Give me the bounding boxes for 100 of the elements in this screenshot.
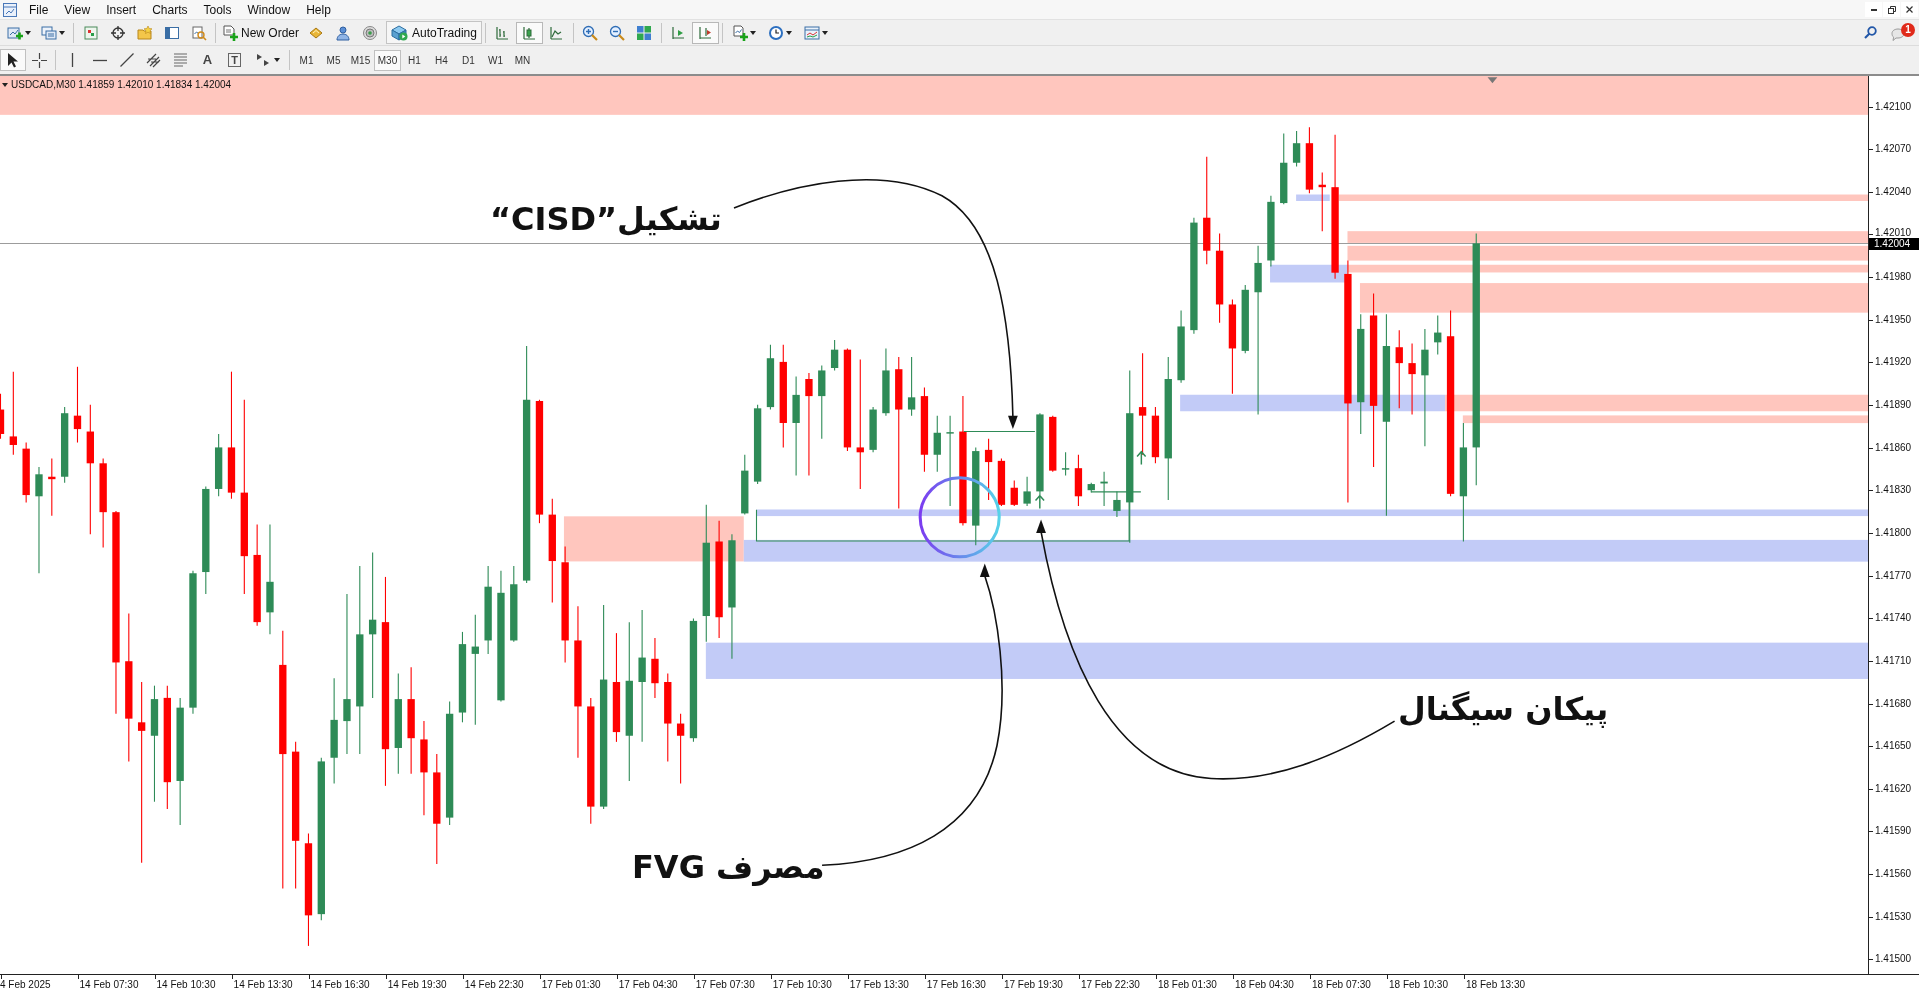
annotation-label: “CISD”تشکیل — [490, 200, 722, 238]
time-tick-label: 14 Feb 16:30 — [310, 979, 370, 990]
price-tick-label: 1.41530 — [1875, 911, 1912, 922]
price-tick-label: 1.42040 — [1875, 186, 1912, 197]
price-tick-label: 1.41590 — [1875, 826, 1912, 837]
menu-item[interactable]: View — [56, 0, 99, 19]
new-chart-icon[interactable] — [7, 24, 23, 41]
price-tick-label: 1.41500 — [1875, 954, 1912, 965]
close-button[interactable] — [1901, 2, 1918, 17]
caret-icon[interactable] — [25, 30, 31, 35]
folder-star-icon[interactable] — [136, 24, 153, 41]
price-tick-label: 1.41890 — [1875, 400, 1912, 410]
menu-item[interactable]: Window — [239, 0, 299, 19]
caret-icon[interactable] — [59, 30, 65, 35]
menu-item[interactable]: Help — [298, 0, 339, 19]
restore-icon — [1887, 5, 1896, 14]
period-tab[interactable]: M5 — [320, 49, 347, 71]
time-tick-label: 14 Feb 22:30 — [464, 979, 524, 990]
robot-cube-icon — [391, 24, 408, 41]
time-tick-label: 17 Feb 13:30 — [849, 979, 909, 990]
bar-chart-icon[interactable] — [494, 24, 511, 41]
vertical-line-icon — [71, 53, 74, 67]
candlestick-icon[interactable] — [521, 24, 538, 41]
autotrading-button[interactable]: AutoTrading — [386, 21, 482, 44]
menu-item[interactable]: Tools — [195, 0, 240, 19]
clock-icon[interactable] — [767, 24, 784, 41]
view-toggle-button[interactable] — [691, 21, 719, 44]
price-tick-label: 1.41710 — [1875, 655, 1912, 666]
zoom-out-icon[interactable] — [609, 24, 626, 41]
price-tick-label: 1.42010 — [1875, 227, 1912, 238]
caret-icon[interactable] — [821, 30, 828, 35]
time-tick-label: 4 Feb 2025 — [0, 979, 51, 990]
horizontal-line-icon — [92, 58, 107, 62]
price-tick-label: 1.42070 — [1875, 144, 1912, 155]
text-tool-button[interactable]: A — [194, 49, 221, 71]
document-plus-icon — [222, 24, 238, 41]
menu-item[interactable]: Insert — [98, 0, 145, 19]
caret-icon[interactable] — [785, 30, 792, 35]
search-icon[interactable] — [1864, 26, 1877, 39]
price-tick-label: 1.41620 — [1875, 783, 1912, 794]
up-arrow-icon — [1034, 494, 1045, 510]
time-tick-label: 17 Feb 22:30 — [1080, 979, 1140, 990]
period-tab[interactable]: W1 — [482, 49, 509, 71]
triangle-marker-icon — [1487, 77, 1498, 84]
minimize-icon — [1870, 8, 1877, 11]
chart-header: USDCAD,M30 1.41859 1.42010 1.41834 1.42004 — [11, 79, 232, 90]
price-tick-label: 1.41770 — [1875, 570, 1912, 581]
label-tool-button[interactable]: T — [221, 49, 248, 71]
up-arrow-icon — [1136, 450, 1147, 466]
period-tab[interactable]: M30 — [374, 49, 401, 71]
price-tick-label: 1.41650 — [1875, 741, 1912, 752]
drawing-tool-button[interactable] — [0, 49, 26, 71]
window-panel-icon[interactable] — [163, 24, 180, 41]
caret-icon[interactable] — [749, 30, 756, 35]
close-icon — [1906, 6, 1913, 13]
period-tab[interactable]: M15 — [347, 49, 374, 71]
menu-item[interactable]: Charts — [144, 0, 196, 19]
price-tick-label: 1.41920 — [1875, 357, 1912, 368]
chart-shift-icon[interactable] — [670, 24, 687, 41]
time-tick-label: 18 Feb 07:30 — [1312, 979, 1371, 990]
time-tick-label: 17 Feb 04:30 — [618, 979, 678, 990]
current-price-label: 1.42004 — [1869, 237, 1919, 250]
tile-windows-icon[interactable] — [636, 24, 653, 41]
price-tick-label: 1.41560 — [1875, 869, 1912, 880]
period-tab[interactable]: H1 — [401, 49, 428, 71]
notification-badge: 1 — [1901, 22, 1915, 37]
time-tick-label: 17 Feb 10:30 — [772, 979, 832, 990]
period-tab[interactable]: H4 — [428, 49, 455, 71]
restore-button[interactable] — [1883, 2, 1900, 17]
period-tab[interactable]: MN — [509, 49, 536, 71]
time-tick-label: 14 Feb 07:30 — [79, 979, 139, 990]
trend-line-icon — [119, 53, 134, 67]
chart-type-button[interactable] — [515, 21, 543, 44]
price-tick-label: 1.41800 — [1875, 527, 1912, 538]
signal-icon[interactable] — [361, 24, 378, 41]
time-tick-label: 18 Feb 10:30 — [1389, 979, 1448, 990]
collapse-triangle-icon[interactable] — [2, 82, 8, 87]
period-tab[interactable]: D1 — [455, 49, 482, 71]
price-tick-label: 1.41950 — [1875, 314, 1912, 325]
autoscroll-icon[interactable] — [697, 24, 714, 41]
time-tick-label: 18 Feb 13:30 — [1466, 979, 1525, 990]
channel-icon — [145, 52, 162, 68]
new-order-button[interactable]: New Order — [219, 21, 302, 44]
price-tick-label: 1.42100 — [1875, 101, 1912, 112]
caret-icon[interactable] — [273, 58, 280, 62]
market-watch-icon[interactable] — [82, 24, 99, 41]
magnifier-chart-icon[interactable] — [190, 24, 207, 41]
line-chart-icon[interactable] — [548, 24, 565, 41]
app-icon[interactable] — [3, 2, 17, 17]
minimize-button[interactable] — [1865, 2, 1882, 17]
person-icon[interactable] — [334, 24, 351, 41]
time-tick-label: 18 Feb 04:30 — [1234, 979, 1294, 990]
period-tab[interactable]: M1 — [293, 49, 320, 71]
time-tick-label: 17 Feb 19:30 — [1003, 979, 1063, 990]
annotation-label: پیکان سیگنال — [1398, 690, 1609, 728]
crosshair-icon[interactable] — [109, 24, 126, 41]
price-tick-label: 1.41740 — [1875, 613, 1912, 624]
zoom-in-icon[interactable] — [582, 24, 599, 41]
cursor-icon — [7, 52, 19, 68]
menu-item[interactable]: File — [21, 0, 57, 19]
